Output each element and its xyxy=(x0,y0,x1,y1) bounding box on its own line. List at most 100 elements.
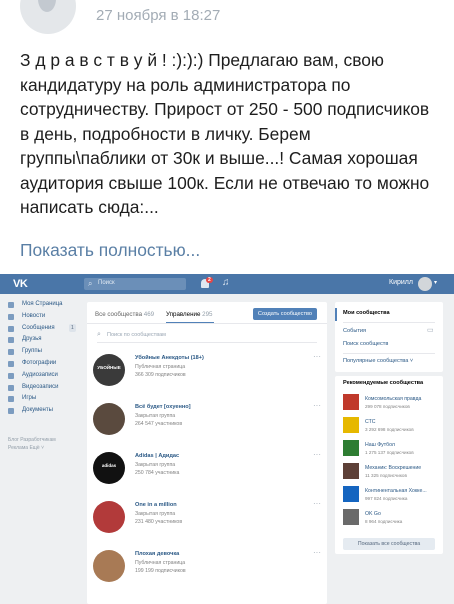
group-row[interactable]: Плохая девочка Публичная страница 199 19… xyxy=(87,549,327,590)
group-type: Закрытая группа xyxy=(135,462,176,468)
group-members: 231 480 участников xyxy=(135,519,183,525)
vk-logo[interactable]: VK xyxy=(13,278,28,290)
messages-badge: 1 xyxy=(69,323,76,332)
group-name[interactable]: Плохая девочка xyxy=(135,551,179,557)
author-avatar[interactable] xyxy=(20,0,76,34)
recommended-item[interactable]: Комсомольская правда 299 078 подписчиков xyxy=(343,394,443,414)
create-community-button[interactable]: Создать сообщество xyxy=(253,308,317,320)
footer-line-1[interactable]: Блог Разработчикам xyxy=(8,436,88,444)
more-icon[interactable]: ··· xyxy=(313,451,321,459)
groups-icon xyxy=(8,349,14,356)
community-thumbnail[interactable] xyxy=(343,486,359,502)
footer-line-2[interactable]: Реклама Ещё ˅ xyxy=(8,444,88,452)
friends-icon xyxy=(8,337,14,344)
nav-item-games[interactable]: Игры xyxy=(8,394,82,406)
recommended-item[interactable]: СТС 3 292 698 подписчиков xyxy=(343,417,443,437)
group-thumbnail[interactable] xyxy=(93,403,125,435)
home-icon xyxy=(8,302,14,308)
group-thumbnail[interactable] xyxy=(93,550,125,582)
vk-search-input[interactable]: ⌕ Поиск xyxy=(84,278,186,290)
group-name[interactable]: Adidas | Адидас xyxy=(135,453,179,459)
documents-icon xyxy=(8,408,14,415)
tab-all-communities[interactable]: Все сообщества 469 xyxy=(95,311,154,318)
user-avatar[interactable] xyxy=(418,277,432,291)
nav-footer-links[interactable]: Блог Разработчикам Реклама Ещё ˅ xyxy=(8,436,88,452)
group-type: Публичная страница xyxy=(135,364,186,370)
group-thumbnail[interactable]: adidas xyxy=(93,452,125,484)
more-icon[interactable]: ··· xyxy=(313,500,321,508)
group-name[interactable]: One in a million xyxy=(135,502,177,508)
audio-icon xyxy=(8,372,14,379)
group-type: Публичная страница xyxy=(135,560,186,566)
music-note-icon[interactable]: ♫ xyxy=(222,277,230,288)
tab-management[interactable]: Управление 295 xyxy=(166,311,212,318)
calendar-icon: ▭ xyxy=(427,327,434,334)
show-all-communities-button[interactable]: Показать все сообщества xyxy=(343,538,435,550)
nav-item-groups[interactable]: Группы xyxy=(8,347,82,359)
show-more-link[interactable]: Показать полностью... xyxy=(20,240,200,261)
news-icon xyxy=(8,313,14,320)
search-icon: ⌕ xyxy=(88,279,93,288)
menu-events[interactable]: События xyxy=(343,328,366,334)
menu-popular-communities[interactable]: Популярные сообщества ˅ xyxy=(343,358,413,364)
group-name[interactable]: Всё будет [охуенно] xyxy=(135,404,191,410)
community-thumbnail[interactable] xyxy=(343,394,359,410)
community-thumbnail[interactable] xyxy=(343,417,359,433)
divider xyxy=(343,322,435,323)
group-row[interactable]: УБОЙНЫЕ Убойные Анекдоты (18+) Публичная… xyxy=(87,353,327,394)
user-name[interactable]: Кирилл xyxy=(389,279,413,286)
group-type: Закрытая группа xyxy=(135,413,176,419)
community-thumbnail[interactable] xyxy=(343,440,359,456)
group-row[interactable]: adidas Adidas | Адидас Закрытая группа 2… xyxy=(87,451,327,492)
divider xyxy=(87,323,327,324)
group-search-input[interactable]: ⌕ Поиск по сообществам xyxy=(97,330,317,343)
more-icon[interactable]: ··· xyxy=(313,549,321,557)
communities-menu: Мои сообщества События ▭ Поиск сообществ… xyxy=(335,302,443,372)
notifications-badge: 2 xyxy=(206,277,213,283)
nav-item-video[interactable]: Видеозаписи xyxy=(8,383,82,395)
search-icon: ⌕ xyxy=(97,331,101,338)
video-icon xyxy=(8,384,14,391)
group-thumbnail[interactable]: УБОЙНЫЕ xyxy=(93,354,125,386)
selected-indicator xyxy=(335,308,337,321)
more-icon[interactable]: ··· xyxy=(313,402,321,410)
group-row[interactable]: Всё будет [охуенно] Закрытая группа 264 … xyxy=(87,402,327,443)
more-icon[interactable]: ··· xyxy=(313,353,321,361)
recommended-item[interactable]: Наш Футбол 1 275 137 подписчиков xyxy=(343,440,443,460)
group-members: 199 199 подписчиков xyxy=(135,568,186,574)
post-header: 27 ноября в 18:27 xyxy=(0,0,454,40)
groups-panel: Все сообщества 469 Управление 295 Создат… xyxy=(87,302,327,604)
menu-search-communities[interactable]: Поиск сообществ xyxy=(343,341,388,347)
nav-item-photos[interactable]: Фотографии xyxy=(8,359,82,371)
group-members: 250 784 участника xyxy=(135,470,180,476)
search-placeholder: Поиск xyxy=(98,280,115,286)
group-type: Закрытая группа xyxy=(135,511,176,517)
recommended-title: Рекомендуемые сообщества xyxy=(343,380,424,386)
nav-item-my-page[interactable]: Моя Страница xyxy=(8,300,82,312)
community-thumbnail[interactable] xyxy=(343,509,359,525)
divider xyxy=(343,353,435,354)
community-thumbnail[interactable] xyxy=(343,463,359,479)
group-thumbnail[interactable] xyxy=(93,501,125,533)
nav-item-friends[interactable]: Друзья xyxy=(8,335,82,347)
avatar-placeholder-icon xyxy=(38,0,56,12)
group-name[interactable]: Убойные Анекдоты (18+) xyxy=(135,355,204,361)
group-members: 366 309 подписчиков xyxy=(135,372,186,378)
notifications-button[interactable]: 2 xyxy=(200,277,214,291)
nav-item-news[interactable]: Новости xyxy=(8,312,82,324)
recommended-item[interactable]: Континентальная Хокке... 997 824 подписчи… xyxy=(343,486,443,506)
nav-item-audio[interactable]: Аудиозаписи xyxy=(8,371,82,383)
recommended-communities: Рекомендуемые сообщества Комсомольская п… xyxy=(335,376,443,554)
messages-icon xyxy=(8,325,14,332)
recommended-item[interactable]: OK Go 8 964 подписчика xyxy=(343,509,443,529)
nav-item-messages[interactable]: Сообщения 1 xyxy=(8,323,82,336)
group-row[interactable]: One in a million Закрытая группа 231 480… xyxy=(87,500,327,541)
nav-item-documents[interactable]: Документы xyxy=(8,406,82,418)
games-icon xyxy=(8,396,14,403)
post-date[interactable]: 27 ноября в 18:27 xyxy=(96,7,220,24)
chevron-down-icon[interactable]: ▾ xyxy=(434,279,437,286)
left-nav: Моя Страница Новости Сообщения 1 Друзья Г… xyxy=(8,300,82,418)
post-text: З д р а в с т в у й ! :):):) Предлагаю в… xyxy=(20,50,430,217)
recommended-item[interactable]: Механик: Воскрешение 11 325 подписчиков xyxy=(343,463,443,483)
menu-my-communities[interactable]: Мои сообщества xyxy=(343,310,390,316)
